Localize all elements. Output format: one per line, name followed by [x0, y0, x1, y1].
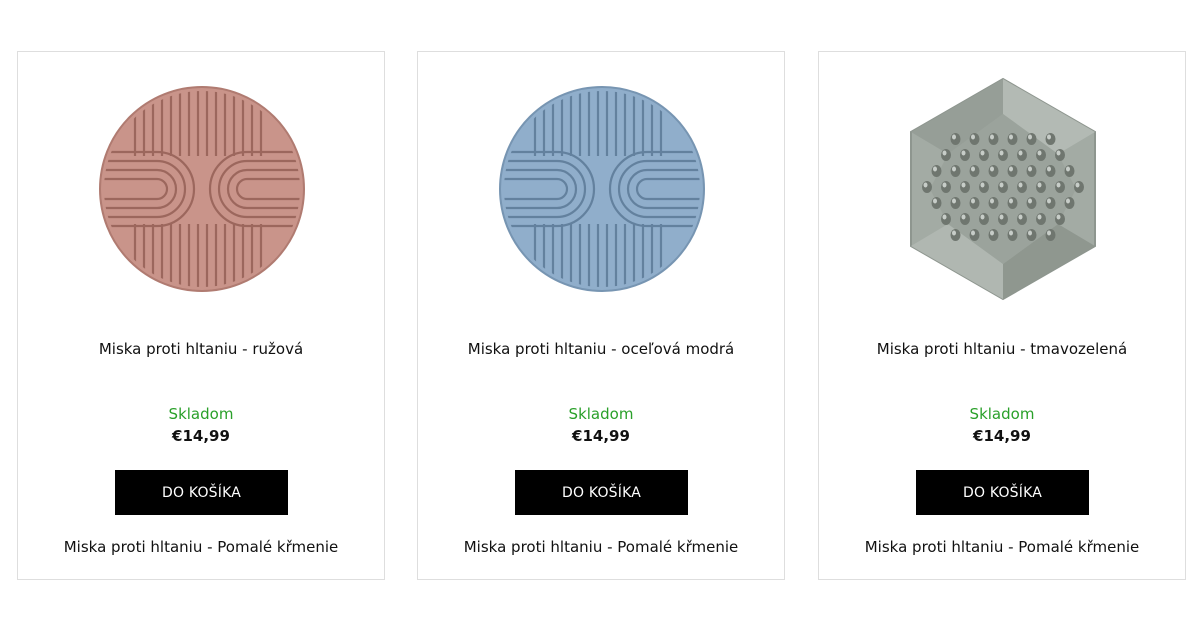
product-subtitle: Miska proti hltaniu - Pomalé křmenie	[864, 538, 1140, 556]
product-price: €14,99	[172, 427, 230, 445]
stock-status: Skladom	[969, 405, 1035, 423]
add-to-cart-button[interactable]: DO KOŠÍKA	[515, 470, 688, 515]
product-title[interactable]: Miska proti hltaniu - oceľová modrá	[418, 340, 784, 358]
product-subtitle: Miska proti hltaniu - Pomalé křmenie	[63, 538, 339, 556]
stock-status: Skladom	[568, 405, 634, 423]
hexagon-lick-mat-icon	[910, 77, 1096, 301]
product-price: €14,99	[973, 427, 1031, 445]
product-card: Miska proti hltaniu - ružová Skladom €14…	[17, 51, 385, 580]
add-to-cart-button[interactable]: DO KOŠÍKA	[916, 470, 1089, 515]
product-subtitle: Miska proti hltaniu - Pomalé křmenie	[463, 538, 739, 556]
product-title[interactable]: Miska proti hltaniu - ružová	[18, 340, 384, 358]
product-price: €14,99	[572, 427, 630, 445]
product-card: Miska proti hltaniu - tmavozelená Sklado…	[818, 51, 1186, 580]
product-image[interactable]	[492, 74, 712, 304]
round-slow-feeder-bowl-icon	[499, 86, 705, 292]
product-image[interactable]	[92, 74, 312, 304]
round-slow-feeder-bowl-icon	[99, 86, 305, 292]
product-grid: Miska proti hltaniu - ružová Skladom €14…	[0, 0, 1200, 630]
stock-status: Skladom	[168, 405, 234, 423]
product-image[interactable]	[893, 74, 1113, 304]
add-to-cart-button[interactable]: DO KOŠÍKA	[115, 470, 288, 515]
product-card: Miska proti hltaniu - oceľová modrá Skla…	[417, 51, 785, 580]
product-title[interactable]: Miska proti hltaniu - tmavozelená	[819, 340, 1185, 358]
